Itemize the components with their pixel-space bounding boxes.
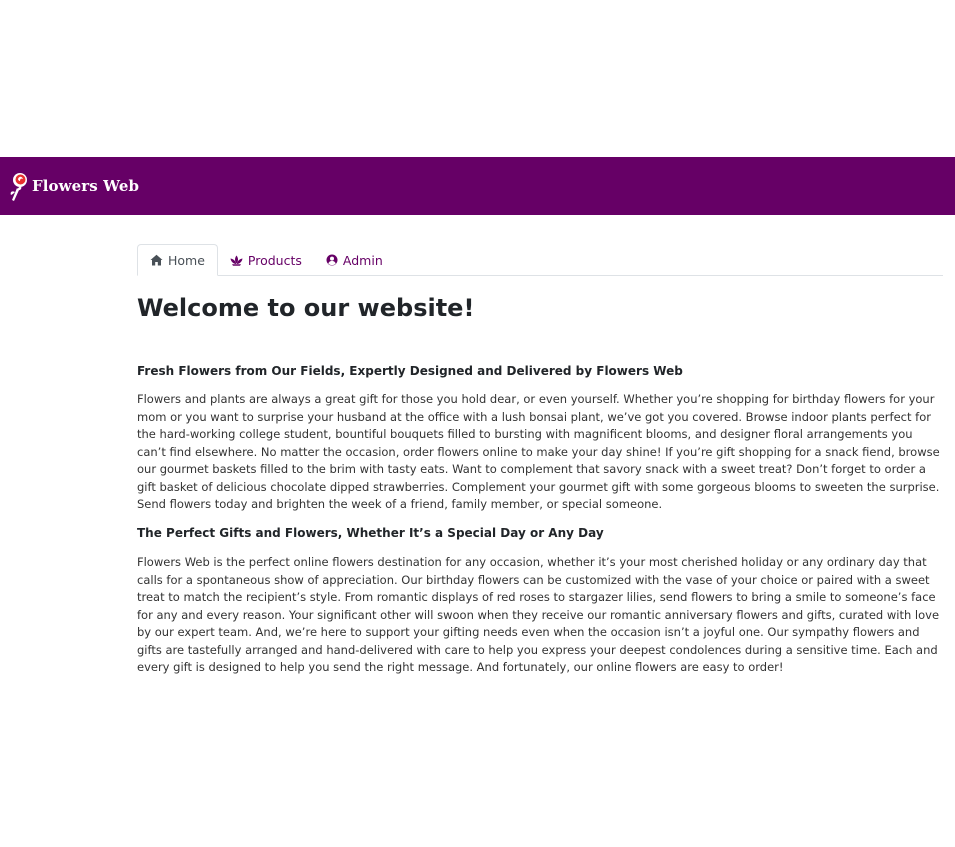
- brand-link[interactable]: Flowers Web: [8, 166, 139, 206]
- tab-home-label: Home: [168, 252, 205, 268]
- tab-home[interactable]: Home: [137, 244, 218, 276]
- user-circle-icon: [326, 254, 338, 266]
- section-text-fresh-flowers: Flowers and plants are always a great gi…: [137, 392, 940, 511]
- tab-products-label: Products: [247, 252, 302, 268]
- header-bar: Flowers Web: [0, 157, 955, 215]
- lotus-icon: [230, 255, 243, 266]
- tab-admin-label: Admin: [342, 252, 383, 268]
- main-content: Welcome to our website! Fresh Flowers fr…: [137, 292, 943, 674]
- page-title: Welcome to our website!: [137, 294, 475, 322]
- nav-tabs: Home Products Admin: [137, 244, 943, 276]
- brand-name: Flowers Web: [32, 177, 140, 195]
- section-text-perfect-gifts: Flowers Web is the perfect online flower…: [137, 555, 940, 674]
- tab-products[interactable]: Products: [218, 245, 314, 275]
- home-icon: [150, 254, 163, 266]
- section-heading-perfect-gifts: The Perfect Gifts and Flowers, Whether I…: [137, 526, 604, 540]
- rose-logo-icon: [8, 170, 30, 202]
- section-heading-fresh-flowers: Fresh Flowers from Our Fields, Expertly …: [137, 364, 683, 378]
- tab-admin[interactable]: Admin: [314, 245, 395, 275]
